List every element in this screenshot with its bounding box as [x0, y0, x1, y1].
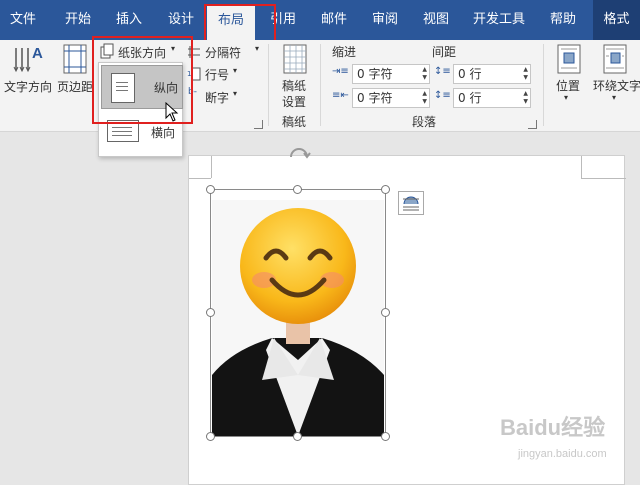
baidu-watermark: Baidu经验: [500, 415, 606, 440]
spacing-after-input[interactable]: 0 行 ▲ ▼: [453, 88, 531, 108]
manuscript-icon: [283, 44, 307, 74]
spacing-before-value: 0 行: [458, 67, 482, 81]
indent-right-input[interactable]: 0 字符 ▲ ▼: [352, 88, 430, 108]
position-icon: [557, 44, 581, 74]
wrap-text-label: 环绕文字: [593, 79, 640, 93]
tab-developer[interactable]: 开发工具: [464, 0, 534, 40]
chevron-down-icon: ▾: [564, 93, 569, 102]
indent-left-icon: ⇥≡: [332, 66, 349, 77]
hyphenation-button[interactable]: b‑ 断字 ▾: [185, 87, 255, 107]
spacing-before-icon: ↕≡: [434, 66, 451, 77]
rotate-handle-icon[interactable]: [287, 147, 311, 163]
spinner-arrows-icon[interactable]: ▲ ▼: [422, 66, 427, 82]
resize-handle[interactable]: [293, 185, 302, 194]
page-setup-launcher-icon[interactable]: [254, 120, 263, 129]
indent-heading: 缩进: [332, 45, 357, 59]
resize-handle[interactable]: [293, 432, 302, 441]
line-numbers-button[interactable]: 1 行号 ▾: [185, 64, 255, 84]
manuscript-label-1: 稿纸: [282, 79, 307, 93]
chevron-down-icon: ▾: [612, 93, 617, 102]
hyphenation-label: 断字: [205, 91, 230, 105]
layout-options-button[interactable]: [398, 191, 424, 215]
tab-view[interactable]: 视图: [413, 0, 459, 40]
indent-right-value: 0 字符: [357, 91, 393, 105]
tab-mailings[interactable]: 邮件: [311, 0, 357, 40]
page-corner-mark: [581, 178, 626, 179]
spacing-after-icon: ↕≡: [434, 90, 451, 101]
resize-handle[interactable]: [381, 308, 390, 317]
resize-handle[interactable]: [381, 432, 390, 441]
wrap-text-icon: [603, 44, 627, 74]
paragraph-group-label: 段落: [412, 115, 437, 129]
spinner-arrows-icon[interactable]: ▲ ▼: [523, 90, 528, 106]
landscape-label: 横向: [151, 126, 176, 140]
spacing-heading: 间距: [432, 45, 457, 59]
page-corner-mark: [211, 156, 212, 178]
mouse-cursor-icon: [165, 102, 179, 122]
spinner-arrows-icon[interactable]: ▲ ▼: [523, 66, 528, 82]
tab-design[interactable]: 设计: [158, 0, 204, 40]
breaks-button[interactable]: 分隔符 ▾: [185, 42, 265, 62]
chevron-down-icon: ▾: [233, 89, 238, 98]
tab-review[interactable]: 审阅: [362, 0, 408, 40]
text-direction-icon: A: [13, 45, 43, 73]
spacing-after-value: 0 行: [458, 91, 482, 105]
svg-text:A: A: [32, 45, 43, 62]
position-label: 位置: [556, 79, 581, 93]
tab-help[interactable]: 帮助: [540, 0, 586, 40]
page-corner-mark: [581, 156, 582, 178]
tab-format[interactable]: 格式: [593, 0, 640, 40]
margins-label: 页边距: [57, 80, 94, 94]
spinner-arrows-icon[interactable]: ▲ ▼: [422, 90, 427, 106]
separator: [320, 44, 321, 126]
wrap-text-button[interactable]: 环绕文字 ▾: [592, 40, 640, 110]
text-direction-label: 文字方向: [4, 80, 53, 94]
indent-left-value: 0 字符: [357, 67, 393, 81]
separator: [543, 44, 544, 126]
margins-button[interactable]: 页边距: [55, 40, 95, 102]
separator: [268, 44, 269, 126]
position-button[interactable]: 位置 ▾: [550, 40, 588, 110]
line-numbers-label: 行号: [205, 68, 230, 82]
paragraph-launcher-icon[interactable]: [528, 120, 537, 129]
manuscript-group-label: 稿纸: [282, 115, 307, 129]
margins-icon: [63, 44, 87, 74]
layout-options-icon: [403, 196, 419, 211]
manuscript-settings-button[interactable]: 稿纸 设置: [274, 40, 316, 110]
tab-insert[interactable]: 插入: [106, 0, 152, 40]
page-corner-mark: [189, 178, 211, 179]
resize-handle[interactable]: [206, 185, 215, 194]
selection-frame: [210, 189, 386, 437]
text-direction-button[interactable]: A 文字方向: [2, 40, 54, 102]
resize-handle[interactable]: [206, 432, 215, 441]
indent-left-input[interactable]: 0 字符 ▲ ▼: [352, 64, 430, 84]
manuscript-label-2: 设置: [282, 95, 307, 109]
ribbon-tab-bar: 文件 开始 插入 设计 布局 引用 邮件 审阅 视图 开发工具 帮助 格式: [0, 0, 640, 40]
tab-home[interactable]: 开始: [55, 0, 101, 40]
indent-right-icon: ≡⇤: [332, 90, 349, 101]
resize-handle[interactable]: [206, 308, 215, 317]
breaks-label: 分隔符: [205, 46, 242, 60]
chevron-down-icon: ▾: [233, 66, 238, 75]
highlight-layout-tab: [204, 4, 276, 43]
baidu-watermark-url: jingyan.baidu.com: [518, 448, 607, 460]
tab-file[interactable]: 文件: [0, 0, 46, 40]
spacing-before-input[interactable]: 0 行 ▲ ▼: [453, 64, 531, 84]
chevron-down-icon: ▾: [255, 44, 260, 53]
resize-handle[interactable]: [381, 185, 390, 194]
